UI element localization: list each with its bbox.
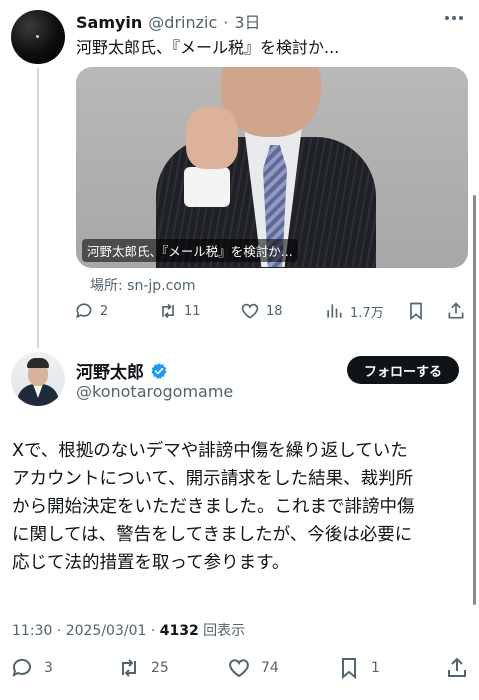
tweet-text: 河野太郎氏、『メール税』を検討か...	[76, 38, 340, 57]
view-suffix: 回表示	[198, 623, 246, 639]
parent-action-bar: 2 11 18 1.7万	[74, 301, 470, 325]
scrollbar[interactable]	[473, 195, 476, 605]
reply-button[interactable]: 3	[10, 656, 53, 680]
author-handle[interactable]: @konotarogomame	[76, 382, 233, 401]
reply-count: 3	[44, 660, 53, 676]
like-button[interactable]: 18	[240, 301, 283, 321]
heart-icon	[241, 303, 259, 319]
reply-icon	[76, 303, 92, 319]
share-button[interactable]	[446, 301, 466, 321]
tweet-timestamp[interactable]: 11:30 · 2025/03/01 ·	[12, 623, 160, 639]
thread-line	[37, 68, 39, 348]
tweet-meta: 11:30 · 2025/03/01 · 4132 回表示	[12, 620, 245, 640]
share-button[interactable]	[445, 656, 469, 680]
view-count: 4132	[159, 623, 199, 639]
repost-count: 25	[151, 660, 169, 676]
card-source[interactable]: 場所: sn-jp.com	[90, 275, 196, 295]
bookmark-icon	[342, 658, 356, 680]
bookmark-count: 1	[371, 660, 380, 676]
like-button[interactable]: 74	[227, 656, 279, 680]
reply-button[interactable]: 2	[74, 301, 108, 321]
tweet-text-line: 応じて法的措置を取って参ります。	[12, 553, 290, 573]
reply-icon	[12, 658, 31, 677]
bookmark-button[interactable]	[406, 301, 426, 321]
tweet-text: Xで、根拠のないデマや誹謗中傷を繰り返していた アカウントについて、開示請求をし…	[12, 437, 470, 577]
author-name[interactable]: 河野太郎	[76, 358, 144, 383]
views-button[interactable]: 1.7万	[324, 301, 384, 321]
avatar[interactable]	[11, 10, 65, 64]
main-action-bar: 3 25 74 1	[0, 656, 479, 684]
tweet-text-line: から開始決定をいただきました。これまで誹謗中傷	[12, 497, 415, 517]
view-count: 1.7万	[350, 305, 384, 321]
heart-icon	[229, 659, 249, 678]
views-icon	[327, 304, 342, 318]
reply-count: 2	[100, 303, 109, 319]
parent-tweet-header: Samyin @drinzic · 3日	[76, 9, 261, 33]
separator: ·	[223, 13, 229, 32]
verified-badge-icon	[151, 362, 167, 379]
follow-button[interactable]: フォローする	[347, 356, 459, 384]
bookmark-icon	[410, 302, 422, 321]
tweet-text-line: Xで、根拠のないデマや誹謗中傷を繰り返していた	[12, 441, 408, 461]
repost-icon	[162, 303, 174, 319]
author-name[interactable]: Samyin	[76, 13, 142, 32]
like-count: 18	[266, 303, 283, 319]
card-caption: 河野太郎氏、『メール税』を検討か...	[82, 239, 298, 262]
share-icon	[448, 657, 466, 677]
repost-button[interactable]: 11	[158, 301, 201, 321]
link-card-image[interactable]: 河野太郎氏、『メール税』を検討か...	[76, 67, 468, 268]
more-icon[interactable]	[445, 12, 465, 24]
avatar[interactable]	[11, 352, 65, 406]
repost-icon	[122, 659, 136, 677]
share-icon	[448, 302, 464, 319]
repost-count: 11	[184, 303, 201, 319]
repost-button[interactable]: 25	[117, 656, 169, 680]
tweet-time[interactable]: 3日	[234, 9, 260, 33]
like-count: 74	[261, 660, 279, 676]
author-handle[interactable]: @drinzic	[148, 13, 217, 32]
bookmark-button[interactable]: 1	[337, 656, 380, 680]
author-name-row: 河野太郎	[76, 358, 168, 383]
tweet-text-line: に関しては、警告をしてきましたが、今後は必要に	[12, 525, 413, 545]
tweet-text-line: アカウントについて、開示請求をした結果、裁判所	[12, 469, 414, 489]
